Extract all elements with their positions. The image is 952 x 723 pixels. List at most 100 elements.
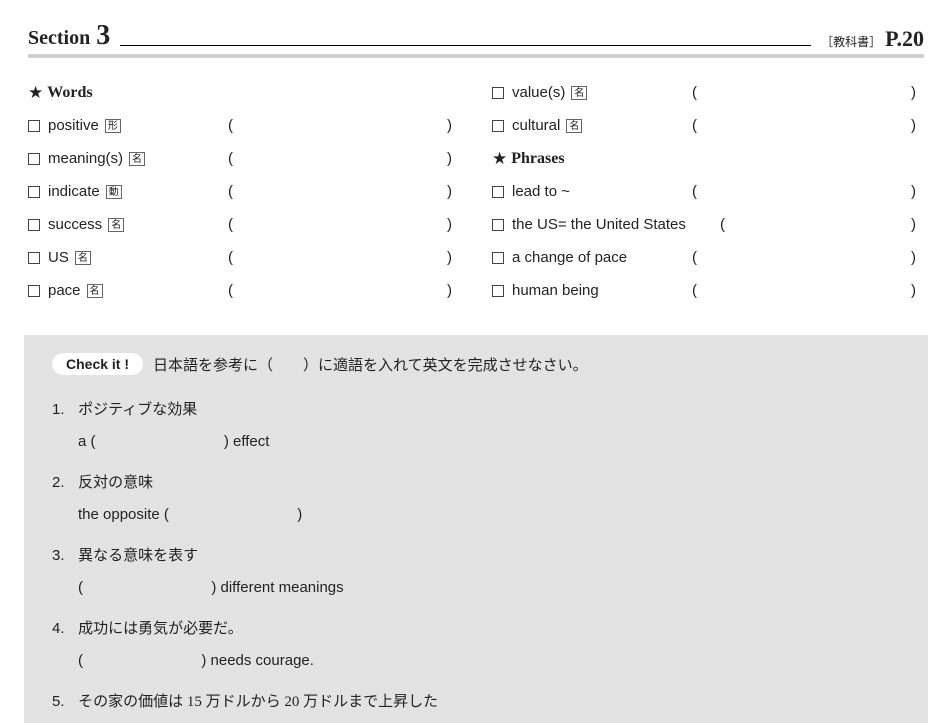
pos-tag: 動	[106, 185, 122, 199]
section-title: Section 3	[28, 20, 110, 52]
word-term: pace 名	[28, 282, 228, 299]
left-column: ★ Words positive 形 ( ) meaning(s) 名	[28, 76, 460, 307]
paren-open: (	[692, 117, 697, 134]
exercise-jp: 4. 成功には勇気が必要だ。	[76, 618, 900, 640]
checkbox-icon[interactable]	[28, 219, 40, 231]
phrase-text: the US= the United States	[512, 216, 686, 233]
star-icon: ★	[492, 149, 507, 169]
phrase-term: a change of pace	[492, 249, 692, 266]
exercise-item: 5. その家の価値は 15 万ドルから 20 万ドルまで上昇した	[52, 691, 900, 713]
paren-close: )	[911, 183, 916, 200]
answer-blank[interactable]: ( )	[692, 117, 924, 134]
phrase-row: lead to ~ ( )	[492, 175, 924, 208]
answer-blank[interactable]: ( )	[692, 84, 924, 101]
word-row: meaning(s) 名 ( )	[28, 142, 460, 175]
paren-close: )	[911, 117, 916, 134]
word-row: value(s) 名 ( )	[492, 76, 924, 109]
answer-blank[interactable]: ( )	[692, 282, 924, 299]
exercise-jp-text: 成功には勇気が必要だ。	[78, 621, 243, 637]
paren-open: (	[692, 249, 697, 266]
vocabulary-area: ★ Words positive 形 ( ) meaning(s) 名	[28, 76, 924, 307]
paren-close: )	[447, 183, 452, 200]
paren-open: (	[692, 84, 697, 101]
pos-tag: 名	[75, 251, 91, 265]
checkbox-icon[interactable]	[28, 186, 40, 198]
exercise-jp-text: 異なる意味を表す	[78, 548, 198, 564]
exercise-jp: 3. 異なる意味を表す	[76, 545, 900, 567]
textbook-ref: ［教科書］	[821, 33, 881, 50]
word-row: US 名 ( )	[28, 241, 460, 274]
word-text: cultural	[512, 117, 560, 134]
paren-close: )	[911, 282, 916, 299]
page: Section 3 ［教科書］ P.20 ★ Words positive 形 …	[0, 0, 952, 723]
words-heading: Words	[47, 84, 92, 102]
paren-open: (	[228, 282, 233, 299]
word-term: success 名	[28, 216, 228, 233]
exercise-number: 4.	[52, 618, 74, 639]
words-heading-row: ★ Words	[28, 76, 460, 109]
checkbox-icon[interactable]	[492, 252, 504, 264]
paren-open: (	[692, 282, 697, 299]
answer-blank[interactable]: ( )	[692, 183, 924, 200]
checkbox-icon[interactable]	[492, 219, 504, 231]
answer-blank[interactable]: ( )	[692, 249, 924, 266]
exercise-number: 2.	[52, 472, 74, 493]
paren-open: (	[720, 216, 725, 233]
check-instruction: 日本語を参考に（ ）に適語を入れて英文を完成させなさい。	[153, 354, 588, 375]
answer-blank[interactable]: ( )	[720, 216, 924, 233]
checkbox-icon[interactable]	[28, 285, 40, 297]
paren-close: )	[911, 84, 916, 101]
word-row: success 名 ( )	[28, 208, 460, 241]
paren-open: (	[228, 216, 233, 233]
answer-blank[interactable]: ( )	[228, 117, 460, 134]
answer-blank[interactable]: ( )	[228, 183, 460, 200]
checkbox-icon[interactable]	[492, 120, 504, 132]
en-post: )	[297, 506, 302, 523]
word-term: meaning(s) 名	[28, 150, 228, 167]
exercise-en: ( ) needs courage.	[76, 650, 900, 671]
checkbox-icon[interactable]	[492, 285, 504, 297]
answer-blank[interactable]: ( )	[228, 150, 460, 167]
right-column: value(s) 名 ( ) cultural 名 ( )	[492, 76, 924, 307]
word-row: indicate 動 ( )	[28, 175, 460, 208]
answer-blank[interactable]: ( )	[228, 216, 460, 233]
word-row: positive 形 ( )	[28, 109, 460, 142]
header-rule	[120, 45, 811, 46]
answer-blank[interactable]: ( )	[228, 282, 460, 299]
checkbox-icon[interactable]	[492, 87, 504, 99]
exercise-number: 3.	[52, 545, 74, 566]
checkbox-icon[interactable]	[28, 153, 40, 165]
paren-open: (	[228, 117, 233, 134]
en-pre: the opposite (	[78, 506, 169, 523]
paren-close: )	[911, 249, 916, 266]
exercise-jp: 1. ポジティブな効果	[76, 399, 900, 421]
phrases-heading: Phrases	[511, 150, 564, 168]
paren-open: (	[692, 183, 697, 200]
checkbox-icon[interactable]	[28, 120, 40, 132]
section-number: 3	[96, 20, 110, 52]
section-label: Section	[28, 27, 90, 50]
en-post: ) needs courage.	[201, 652, 314, 669]
exercise-list: 1. ポジティブな効果 a ( ) effect 2. 反対の意味 the op…	[52, 399, 900, 713]
paren-close: )	[447, 117, 452, 134]
answer-blank[interactable]: ( )	[228, 249, 460, 266]
pos-tag: 名	[129, 152, 145, 166]
checkbox-icon[interactable]	[492, 186, 504, 198]
paren-open: (	[228, 150, 233, 167]
section-header: Section 3 ［教科書］ P.20	[28, 20, 924, 58]
en-post: ) different meanings	[211, 579, 343, 596]
check-title-pill: Check it !	[52, 353, 143, 375]
exercise-jp: 5. その家の価値は 15 万ドルから 20 万ドルまで上昇した	[76, 691, 900, 713]
exercise-item: 1. ポジティブな効果 a ( ) effect	[52, 399, 900, 452]
paren-close: )	[911, 216, 916, 233]
word-text: indicate	[48, 183, 100, 200]
checkbox-icon[interactable]	[28, 252, 40, 264]
word-text: meaning(s)	[48, 150, 123, 167]
exercise-number: 5.	[52, 691, 74, 712]
pos-tag: 名	[108, 218, 124, 232]
word-row: pace 名 ( )	[28, 274, 460, 307]
en-pre: (	[78, 652, 83, 669]
pos-tag: 形	[105, 119, 121, 133]
word-term: US 名	[28, 249, 228, 266]
word-row: cultural 名 ( )	[492, 109, 924, 142]
